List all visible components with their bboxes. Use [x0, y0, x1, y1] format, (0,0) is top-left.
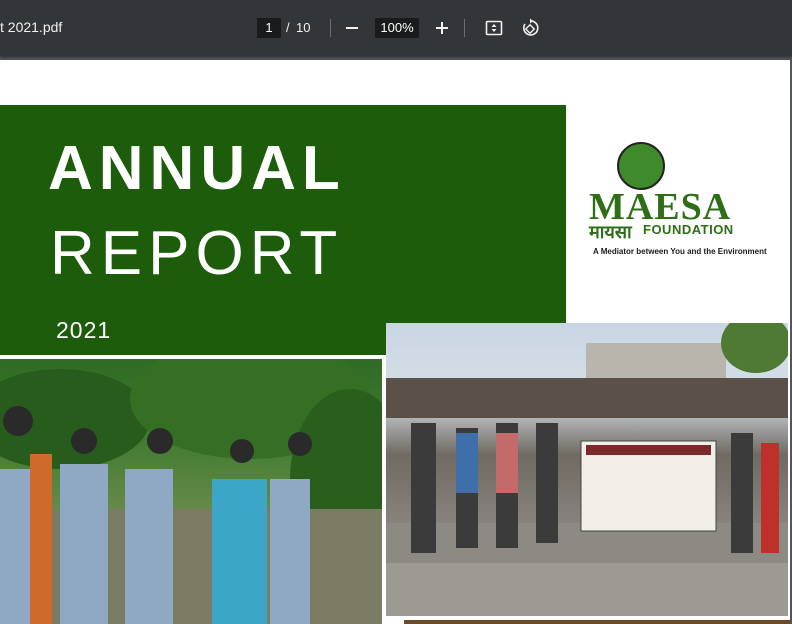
- page-total: 10: [296, 20, 311, 35]
- logo-foundation: FOUNDATION: [643, 222, 734, 237]
- third-photo-edge: [404, 620, 790, 624]
- pdf-toolbar: t 2021.pdf 1 / 10 100%: [0, 0, 792, 56]
- pdf-page: ANNUAL REPORT 2021 MAESA मायसा FOUNDATIO…: [0, 60, 790, 624]
- students-walking-photo: [0, 359, 382, 624]
- document-title: t 2021.pdf: [0, 19, 63, 35]
- zoom-in-button[interactable]: [430, 16, 454, 40]
- rotate-button[interactable]: [518, 16, 542, 40]
- logo-name-devanagari: मायसा: [589, 222, 632, 242]
- cleanliness-drive-photo: [386, 323, 788, 616]
- photo-illustration: [386, 323, 788, 616]
- title-banner: ANNUAL REPORT 2021: [0, 105, 566, 355]
- photo-illustration: [0, 359, 382, 624]
- fit-page-button[interactable]: [482, 16, 506, 40]
- rotate-icon: [522, 18, 539, 36]
- report-year: 2021: [56, 317, 112, 343]
- globe-hands-icon: [617, 142, 665, 190]
- minus-icon: [346, 27, 358, 29]
- zoom-input[interactable]: 100%: [375, 18, 419, 38]
- heading-report: REPORT: [50, 219, 344, 288]
- heading-annual: ANNUAL: [48, 134, 346, 203]
- plus-icon: [436, 22, 448, 34]
- pdf-viewer[interactable]: ANNUAL REPORT 2021 MAESA मायसा FOUNDATIO…: [0, 56, 792, 624]
- zoom-out-button[interactable]: [340, 16, 364, 40]
- logo-tagline: A Mediator between You and the Environme…: [593, 247, 767, 256]
- toolbar-divider: [330, 19, 331, 37]
- page-separator: /: [286, 20, 290, 35]
- page-number-input[interactable]: 1: [257, 18, 281, 38]
- fit-page-icon: [485, 20, 503, 36]
- maesa-logo: MAESA मायसा FOUNDATION A Mediator betwee…: [585, 140, 775, 260]
- toolbar-divider: [464, 19, 465, 37]
